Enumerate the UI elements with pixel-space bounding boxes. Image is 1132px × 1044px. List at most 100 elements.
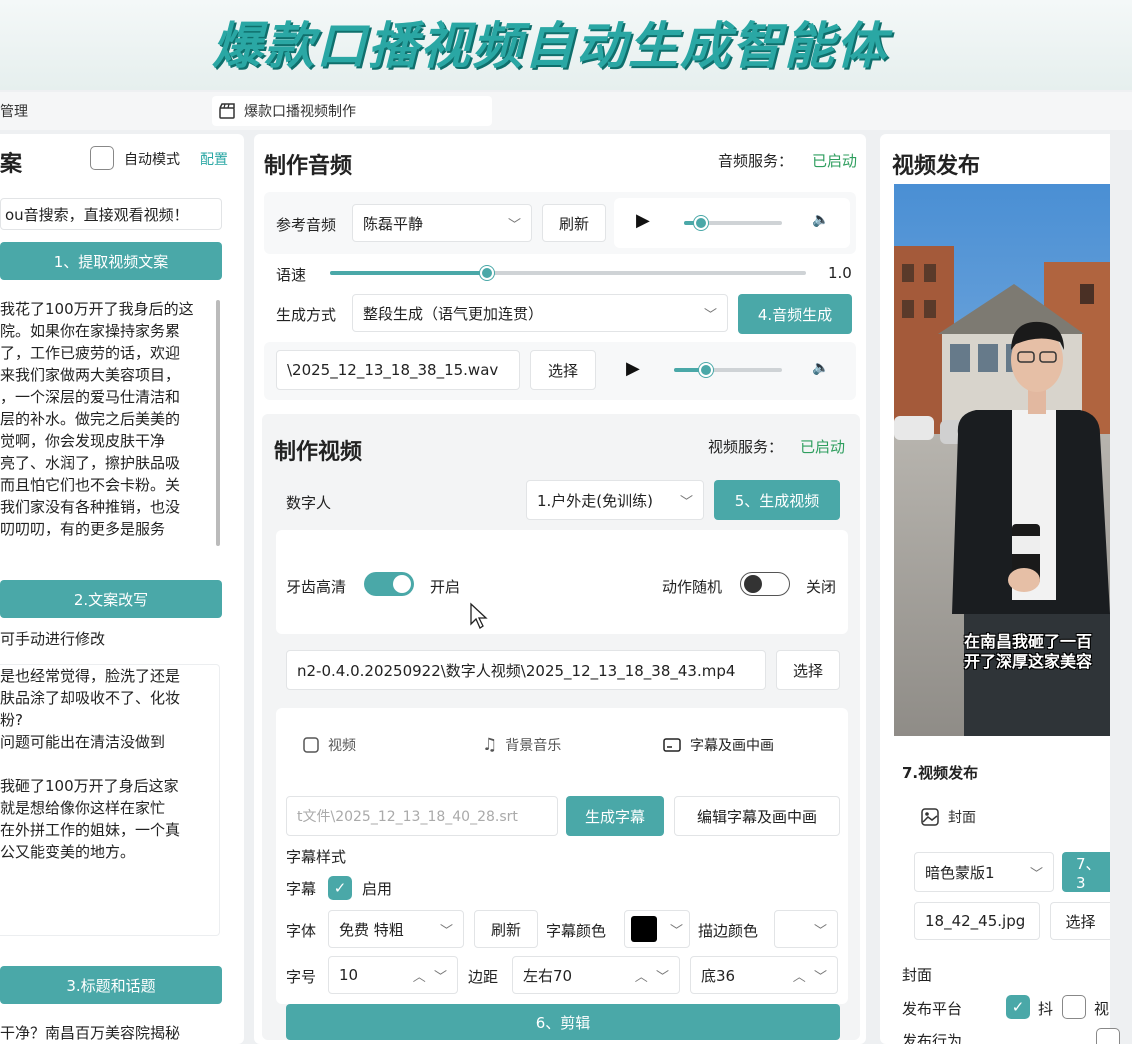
teeth-toggle[interactable] <box>364 572 414 596</box>
subtab-label: 背景音乐 <box>505 738 562 754</box>
manual-edit-label: 可手动进行修改 <box>0 630 106 648</box>
play-icon[interactable]: ▶ <box>626 358 640 379</box>
margin-lr-stepper[interactable]: 左右70 ︿ ﹀ <box>512 956 680 994</box>
speed-value: 1.0 <box>828 264 852 282</box>
music-note-icon: ♫ <box>482 735 498 755</box>
cover-image-value: 18_42_45.jpg <box>925 912 1026 930</box>
avatar-select[interactable]: 1.户外走(免训练) ﹀ <box>526 480 704 520</box>
teeth-label: 牙齿高清 <box>286 578 347 596</box>
action-toggle[interactable] <box>740 572 790 596</box>
video-file-choose-button[interactable]: 选择 <box>776 650 840 690</box>
mode-label: 生成方式 <box>276 306 337 324</box>
stepper-arrows-icon[interactable]: ︿ ﹀ <box>793 966 827 985</box>
edit-subtitle-button[interactable]: 编辑字幕及画中画 <box>674 796 840 836</box>
font-select[interactable]: 免费 特粗 ﹀ <box>328 910 464 948</box>
auto-mode-label: 自动模式 <box>124 152 180 168</box>
publish-action-checkbox[interactable] <box>1096 1028 1120 1044</box>
avatar-value: 1.户外走(免训练) <box>537 491 654 510</box>
subtitle-label: 字幕 <box>286 880 317 898</box>
mode-select[interactable]: 整段生成（语气更加连贯） ﹀ <box>352 294 728 332</box>
generate-subtitle-button[interactable]: 生成字幕 <box>566 796 664 836</box>
platform-label: 发布平台 <box>902 1000 963 1018</box>
subtab-video[interactable]: 视频 <box>302 734 356 756</box>
stepper-arrows-icon[interactable]: ︿ ﹀ <box>635 966 669 985</box>
srt-file-input[interactable]: t文件\2025_12_13_18_40_28.srt <box>286 796 558 836</box>
audio-service-label: 音频服务： <box>718 152 794 170</box>
extracted-text-area[interactable]: 我花了100万开了我身后的这 院。如果你在家操持家务累 了，工作已疲劳的话，欢迎… <box>0 298 220 550</box>
video-generate-button[interactable]: 5、生成视频 <box>714 480 840 520</box>
action-state: 关闭 <box>806 578 837 596</box>
platform-1-label: 抖 <box>1038 1000 1054 1018</box>
cover-tab-label: 封面 <box>948 810 976 826</box>
ref-audio-select[interactable]: 陈磊平静 ﹀ <box>352 204 532 242</box>
volume-icon[interactable]: 🔈 <box>812 360 829 376</box>
size-label: 字号 <box>286 968 317 986</box>
mode-value: 整段生成（语气更加连贯） <box>363 304 544 323</box>
subtab-music[interactable]: ♫ 背景音乐 <box>482 734 561 756</box>
stepper-arrows-icon[interactable]: ︿ ﹀ <box>413 966 447 985</box>
search-input[interactable]: ou音搜索，直接观看视频！ <box>0 198 222 230</box>
subtitle-enable-checkbox[interactable]: ✓ <box>328 876 352 900</box>
audio-generate-button[interactable]: 4.音频生成 <box>738 294 852 334</box>
audio-file-input[interactable]: \2025_12_13_18_38_15.wav <box>276 350 520 390</box>
publish-action-label: 发布行为 <box>902 1032 963 1044</box>
cover-tab[interactable]: 封面 <box>920 806 976 828</box>
speed-label: 语速 <box>276 266 307 284</box>
edit-video-button[interactable]: 6、剪辑 <box>286 1004 840 1040</box>
chevron-down-icon: ﹀ <box>669 923 683 939</box>
cover-label: 封面 <box>902 966 933 984</box>
cover-image-input[interactable]: 18_42_45.jpg <box>914 902 1040 940</box>
audio-file-choose-button[interactable]: 选择 <box>530 350 596 390</box>
speed-slider[interactable] <box>330 266 806 280</box>
color-label: 字幕颜色 <box>546 922 607 940</box>
tab-video-production[interactable]: 爆款口播视频制作 <box>218 100 356 122</box>
avatar-label: 数字人 <box>286 494 332 512</box>
cover-image-choose-button[interactable]: 选择 <box>1050 902 1110 940</box>
publish-button[interactable]: 7、3 <box>1062 852 1110 892</box>
text-scrollbar[interactable] <box>216 300 220 546</box>
left-panel-heading: 案 <box>0 152 23 177</box>
check-icon: ✓ <box>333 879 347 897</box>
subtab-subtitle[interactable]: 字幕及画中画 <box>662 734 774 756</box>
publish-section-label: 7.视频发布 <box>902 764 979 782</box>
title-topic-button[interactable]: 3.标题和话题 <box>0 966 222 1004</box>
auto-mode-checkbox[interactable] <box>90 146 114 170</box>
margin-lr-value: 左右70 <box>523 966 573 985</box>
font-refresh-button[interactable]: 刷新 <box>474 910 538 948</box>
video-file-input[interactable]: n2-0.4.0.20250922\数字人视频\2025_12_13_18_38… <box>286 650 766 690</box>
platform-video-checkbox[interactable] <box>1062 995 1086 1019</box>
ref-audio-progress[interactable] <box>684 216 782 230</box>
font-label: 字体 <box>286 922 317 940</box>
video-heading: 制作视频 <box>274 440 363 465</box>
chevron-down-icon: ﹀ <box>1029 866 1043 882</box>
config-link[interactable]: 配置 <box>200 149 228 169</box>
audio-file-value: \2025_12_13_18_38_15.wav <box>287 361 499 379</box>
ref-audio-refresh-button[interactable]: 刷新 <box>542 204 606 242</box>
platform-2-label: 视 <box>1094 1000 1110 1018</box>
clapperboard-icon <box>219 103 235 119</box>
chevron-down-icon: ﹀ <box>507 217 521 233</box>
mouse-cursor-icon <box>470 602 488 629</box>
video-preview[interactable]: 在南昌我砸了一百 开了深厚这家美容 <box>894 184 1110 736</box>
rewrite-button[interactable]: 2.文案改写 <box>0 580 222 618</box>
audio-file-progress[interactable] <box>674 363 782 377</box>
platform-douyin-checkbox[interactable]: ✓ <box>1006 995 1030 1019</box>
chevron-down-icon: ﹀ <box>439 923 453 939</box>
subtitle-color-picker[interactable]: ﹀ <box>624 910 690 948</box>
extract-text-button[interactable]: 1、提取视频文案 <box>0 242 222 280</box>
size-stepper[interactable]: 10 ︿ ﹀ <box>328 956 458 994</box>
color-swatch <box>631 916 657 942</box>
teeth-state: 开启 <box>430 578 461 596</box>
rewritten-text-area[interactable]: 是也经常觉得，脸洗了还是 肤品涂了却吸收不了、化妆 粉? 问题可能出在清洁没做到… <box>0 664 220 936</box>
volume-icon[interactable]: 🔈 <box>812 212 829 228</box>
play-icon[interactable]: ▶ <box>636 210 650 231</box>
font-value: 免费 特粗 <box>339 920 404 939</box>
publish-heading: 视频发布 <box>892 154 981 179</box>
margin-bottom-value: 底36 <box>701 966 736 985</box>
template-select[interactable]: 暗色蒙版1 ﹀ <box>914 852 1054 892</box>
subtitle-style-label: 字幕样式 <box>286 848 347 866</box>
margin-bottom-stepper[interactable]: 底36 ︿ ﹀ <box>690 956 838 994</box>
enable-label: 启用 <box>362 880 393 898</box>
stroke-color-picker[interactable]: ﹀ <box>774 910 838 948</box>
tab-manage[interactable]: 管理 <box>0 100 28 122</box>
